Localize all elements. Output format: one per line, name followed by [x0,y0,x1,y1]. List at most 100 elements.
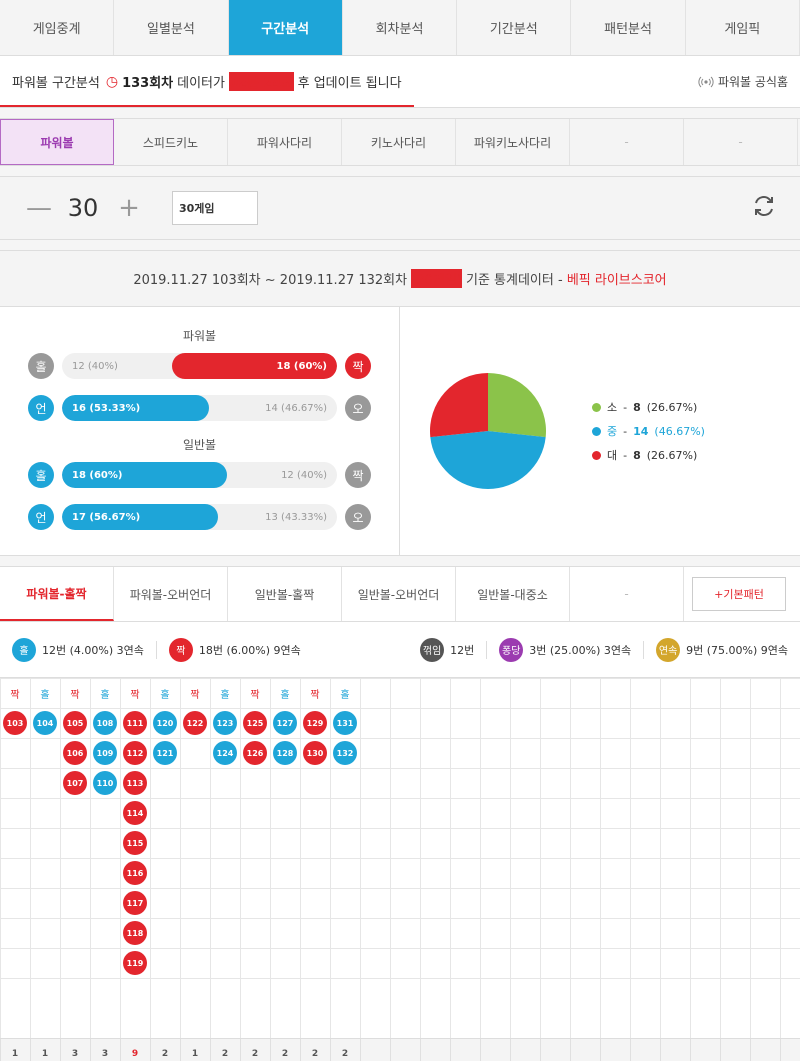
pie-slice-0 [488,373,546,438]
stats-panel: 2019.11.27 103회차 ~ 2019.11.27 132회차 (30게… [0,250,800,556]
left-value: 17 (56.67%) [72,511,141,523]
streak-count: 3 [71,1048,79,1059]
legend-name: 대 [607,449,618,462]
streak-count: 2 [251,1048,259,1059]
turn-badge: 꺾임 [420,637,445,662]
power-title: 파워볼 [182,329,217,343]
size-pie-chart [430,373,546,489]
game-tab-4[interactable]: 파워키노사다리 [456,119,570,165]
column-header: 짝 [70,689,80,701]
legend-name: 중 [607,425,618,438]
round-ball: 127 [273,711,297,735]
pattern-tab-2[interactable]: 일반볼-홀짝 [228,567,342,621]
column-header: 짝 [250,689,260,701]
legend-name: 소 [607,401,618,414]
left-value: 18 (60%) [72,469,123,481]
main-tab-3[interactable]: 회차분석 [343,0,458,55]
column-header: 홀 [100,689,110,701]
round-ball: 129 [303,711,327,735]
right-value: 13 (43.33%) [265,511,327,523]
round-ball: 122 [183,711,207,735]
main-tab-1[interactable]: 일별분석 [114,0,229,55]
official-home-link[interactable]: 파워볼 공식홈 [698,73,788,90]
streak-count: 1 [41,1048,49,1059]
column-header: 짝 [190,689,200,701]
basic-pattern-button[interactable]: +기본패턴 [692,577,786,611]
game-count-value: 30 [67,194,99,222]
legend-item: 대 -8 (26.67%) [592,447,705,463]
legend-item: 소 -8 (26.67%) [592,399,705,415]
stats-header: 2019.11.27 103회차 ~ 2019.11.27 132회차 (30게… [0,251,800,307]
legend-item: 중 -14 (46.67%) [592,423,705,439]
alternate-badge: 퐁당 [499,637,524,662]
pattern-tab-5[interactable]: - [570,567,684,621]
legend-value: 8 [633,448,641,462]
left-badge: 언 [28,504,54,530]
streak-summary: 9번 (75.00%) 9연속 [686,643,788,657]
main-tab-0[interactable]: 게임중계 [0,0,115,55]
game-tab-6[interactable]: - [684,119,798,165]
ratio-bar: 18 (60%) 12 (40%) [62,462,337,488]
round-ball: 107 [63,771,87,795]
broadcast-icon [698,76,714,87]
even-summary: 18번 (6.00%) 9연속 [198,643,301,657]
pattern-tab-4[interactable]: 일반볼-대중소 [456,567,570,621]
pie-slice-2 [430,373,488,438]
round-ball: 106 [63,741,87,765]
main-tab-6[interactable]: 게임픽 [686,0,800,55]
left-value: 12 (40%) [72,360,118,372]
pattern-tab-1[interactable]: 파워볼-오버언더 [114,567,228,621]
column-header: 짝 [10,689,20,701]
column-header: 홀 [160,689,170,701]
refresh-icon[interactable] [750,192,778,224]
round-ball: 130 [303,741,327,765]
game-tab-0[interactable]: 파워볼 [0,119,114,165]
streak-count: 2 [341,1048,349,1059]
odd-badge: 홀 [12,637,36,662]
ratio-bar: 12 (40%) 18 (60%) [62,353,337,379]
odd-summary: 12번 (4.00%) 3연속 [42,643,144,657]
pattern-tab-3[interactable]: 일반볼-오버언더 [342,567,456,621]
round-ball: 114 [123,801,147,825]
column-header: 짝 [130,689,140,701]
stats-games: (30게임) [411,269,462,288]
pie-legend: 소 -8 (26.67%) 중 -14 (46.67%) 대 -8 (26.67%) [592,391,705,471]
info-suffix: 후 업데이트 됩니다 [297,76,402,91]
normal-row: 홀 18 (60%) 12 (40%) 짝 [28,461,371,489]
pattern-grid: 짝 홀 짝 홀 짝 홀 짝 홀 짝 홀 짝 홀 103 104 105 106 107 108 109 110 111 1… [0,678,800,1038]
round-ball: 118 [123,921,147,945]
info-prefix: 파워볼 구간분석 [12,76,100,91]
round-ball: 104 [33,711,57,735]
game-count-stepper: — 30 + 30게임 [0,176,800,240]
main-tab-4[interactable]: 기간분석 [457,0,572,55]
game-count-select[interactable]: 30게임 [172,191,258,225]
column-header: 홀 [340,689,350,701]
pattern-tabs: 파워볼-홀짝 파워볼-오버언더 일반볼-홀짝 일반볼-오버언더 일반볼-대중소 - +기본패… [0,566,800,622]
round-ball: 113 [123,771,147,795]
round-ball: 105 [63,711,87,735]
minus-button[interactable]: — [26,193,52,223]
countdown: 02분 24초 [228,72,294,91]
streak-count: 1 [191,1048,199,1059]
left-value: 16 (53.33%) [72,402,141,414]
game-tab-5[interactable]: - [570,119,684,165]
round-ball: 128 [273,741,297,765]
streak-count: 2 [221,1048,229,1059]
streak-count: 2 [161,1048,169,1059]
round-ball: 117 [123,891,147,915]
turn-summary: 12번 [450,643,475,657]
game-tab-2[interactable]: 파워사다리 [228,119,342,165]
main-tab-2[interactable]: 구간분석 [228,0,343,55]
round-ball: 124 [213,741,237,765]
info-mid: 데이터가 [177,76,225,91]
even-badge: 짝 [168,637,193,662]
game-tab-3[interactable]: 키노사다리 [342,119,456,165]
main-tab-5[interactable]: 패턴분석 [571,0,686,55]
round-ball: 110 [93,771,117,795]
game-tab-1[interactable]: 스피드키노 [114,119,228,165]
left-badge: 언 [28,395,54,421]
right-value: 14 (46.67%) [265,402,327,414]
pattern-tab-0[interactable]: 파워볼-홀짝 [0,567,114,621]
ratio-bars: 파워볼 홀 12 (40%) 18 (60%) 짝 언 16 (53.33%) 14 (46.… [0,307,400,555]
plus-button[interactable]: + [118,193,140,223]
